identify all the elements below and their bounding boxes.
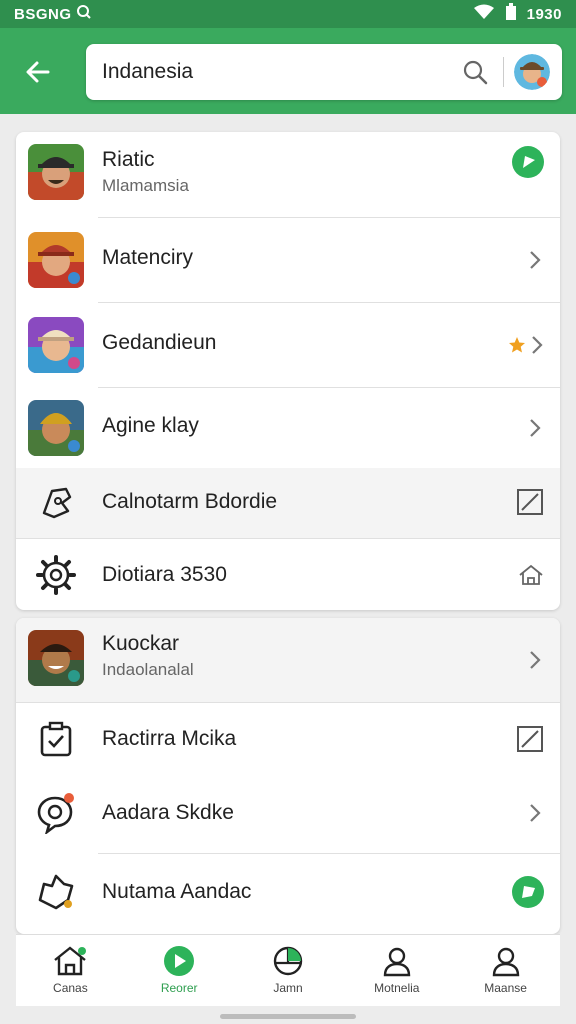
nav-label: Canas <box>53 981 88 995</box>
star-icon <box>509 337 525 353</box>
status-time-left: BSGNG <box>14 5 72 23</box>
search-divider <box>503 57 504 87</box>
chevron-right-icon <box>526 416 544 440</box>
arrow-left-icon <box>26 61 50 83</box>
nav-item-maanse[interactable]: Maanse <box>451 935 560 1006</box>
green-play-icon[interactable] <box>512 146 544 178</box>
app-avatar-icon <box>28 144 84 200</box>
bottom-navigation: Canas Reorer Jamn Motnelia Maanse <box>16 934 560 1006</box>
play-circle-icon <box>164 946 195 976</box>
list-item[interactable]: Diotiara 3530 <box>16 539 560 610</box>
map-pin-icon <box>34 870 78 914</box>
list-item-title: Agine klay <box>102 414 199 437</box>
edit-square-icon[interactable] <box>516 725 544 753</box>
list-item[interactable]: Kuockar Indaolanalal <box>16 618 560 702</box>
app-avatar-icon <box>28 630 84 686</box>
list-item-title: Matenciry <box>102 246 194 269</box>
list-item-subtitle: Mlamamsia <box>102 176 189 195</box>
chevron-right-icon <box>532 336 543 354</box>
chevron-right-icon <box>526 648 544 672</box>
notification-icon <box>76 4 92 24</box>
list-item-title: Nutama Aandac <box>102 880 252 903</box>
chevron-right-icon <box>526 248 544 272</box>
list-item-title: Kuockar <box>102 632 180 655</box>
list-item[interactable]: Aadara Skdke <box>16 773 560 853</box>
list-item-title: Gedandieun <box>102 331 217 354</box>
search-bar[interactable]: Indanesia <box>86 44 562 100</box>
list-item-subtitle: Indaolanalal <box>102 660 194 679</box>
nav-item-reorer[interactable]: Reorer <box>125 935 234 1006</box>
primary-list-card: Riatic Mlamamsia Matenciry Gedandieun Ag… <box>16 132 560 610</box>
list-item[interactable]: Calnotarm Bdordie <box>16 468 560 538</box>
status-bar: BSGNG 1930 <box>0 0 576 28</box>
puzzle-leaf-icon <box>34 481 78 525</box>
list-item-title: Ractirra Mcika <box>102 727 237 750</box>
wifi-icon <box>473 4 495 24</box>
globe-icon <box>273 946 303 976</box>
green-chat-icon[interactable] <box>512 876 544 908</box>
profile-icon <box>492 947 519 977</box>
search-input[interactable]: Indanesia <box>102 60 457 84</box>
nav-label: Jamn <box>273 981 303 995</box>
list-item[interactable]: Nutama Aandac <box>16 854 560 934</box>
nav-label: Motnelia <box>374 981 420 995</box>
list-item-title: Calnotarm Bdordie <box>102 490 278 513</box>
status-time-right: 1930 <box>526 5 562 23</box>
home-icon <box>54 946 87 976</box>
list-item[interactable]: Ractirra Mcika <box>16 703 560 773</box>
app-avatar-icon <box>28 232 84 288</box>
nav-item-jamn[interactable]: Jamn <box>234 935 343 1006</box>
list-item-title: Riatic <box>102 148 155 171</box>
list-item[interactable]: Matenciry <box>16 218 560 302</box>
list-item[interactable]: Gedandieun <box>16 303 560 387</box>
app-avatar-icon <box>28 317 84 373</box>
avatar[interactable] <box>514 54 550 90</box>
back-button[interactable] <box>18 52 58 92</box>
clipboard-check-icon <box>34 717 78 761</box>
edit-square-icon[interactable] <box>516 488 544 516</box>
secondary-list-card: Kuockar Indaolanalal Ractirra Mcika Aada… <box>16 618 560 934</box>
user-icon <box>383 947 410 977</box>
gear-icon <box>34 553 78 597</box>
nav-label: Reorer <box>160 981 198 995</box>
nav-item-home[interactable]: Canas <box>16 935 125 1006</box>
nav-label: Maanse <box>484 981 527 995</box>
list-item[interactable]: Riatic Mlamamsia <box>16 132 560 217</box>
battery-icon <box>505 3 517 25</box>
home-indicator[interactable] <box>220 1014 356 1019</box>
list-item-title: Diotiara 3530 <box>102 563 227 586</box>
home-outline-icon[interactable] <box>518 563 544 587</box>
list-item-title: Aadara Skdke <box>102 801 234 824</box>
app-avatar-icon <box>28 400 84 456</box>
nav-item-motnelia[interactable]: Motnelia <box>342 935 451 1006</box>
app-bar: Indanesia <box>0 28 576 114</box>
list-item[interactable]: Agine klay <box>16 388 560 468</box>
chevron-right-icon <box>526 801 544 825</box>
chat-bubble-icon <box>34 791 78 835</box>
search-icon[interactable] <box>457 54 493 90</box>
